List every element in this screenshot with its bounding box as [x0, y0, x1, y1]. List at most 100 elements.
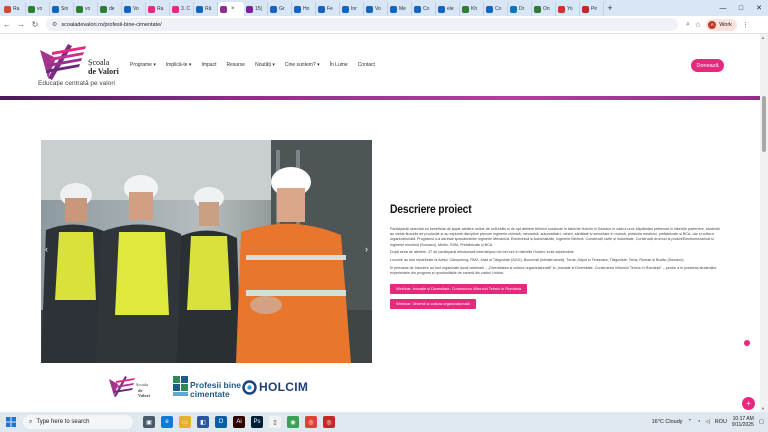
maps-app-icon[interactable]: ◉: [287, 416, 299, 428]
logo-mark-icon: [40, 44, 86, 80]
nav-item[interactable]: Noutăți ▾: [255, 62, 275, 68]
browser-tab[interactable]: Ho: [292, 2, 316, 16]
tab-label: Gr: [279, 6, 285, 12]
notepad-icon[interactable]: ▯: [269, 416, 281, 428]
web-page: Școala de Valori Educație centrată pe va…: [0, 34, 760, 412]
profesii-bine-cimentate-logo: Profesii bine cimentate: [172, 374, 241, 400]
chrome-icon[interactable]: ◎: [305, 416, 317, 428]
windows-start-icon[interactable]: [3, 414, 19, 430]
search-icon[interactable]: ⌕: [686, 21, 690, 29]
notifications-icon[interactable]: ▢: [759, 419, 764, 425]
tab-label: vo: [37, 6, 43, 12]
nav-item[interactable]: Impact: [201, 62, 216, 68]
sv-partner-text-1: Școala: [136, 382, 148, 387]
url-input[interactable]: ⚙ scoaladevalori.ro/profesii-bine-ciment…: [46, 18, 678, 31]
back-arrow-icon[interactable]: ←: [0, 20, 14, 29]
tab-label: On: [543, 6, 550, 12]
scroll-down-icon[interactable]: ▼: [761, 406, 765, 411]
close-window-button[interactable]: ✕: [750, 4, 768, 12]
browser-tab[interactable]: vo: [74, 2, 98, 16]
tab-favicon-icon: [100, 5, 107, 13]
nav-item[interactable]: În Lume: [330, 62, 348, 68]
slider-next-button[interactable]: ›: [365, 244, 368, 254]
browser-tab[interactable]: 3. C: [170, 2, 194, 16]
language-indicator[interactable]: ROU: [715, 419, 727, 425]
browser-tab[interactable]: Inr: [340, 2, 364, 16]
tab-label: Rã: [205, 6, 212, 12]
weather-widget[interactable]: 16°C Cloudy: [652, 419, 683, 425]
floating-add-button[interactable]: +: [742, 397, 755, 410]
tab-favicon-icon: [294, 5, 301, 13]
bookmark-star-icon[interactable]: ☆: [695, 21, 701, 29]
tab-label: Co: [495, 6, 502, 12]
browser-tab[interactable]: Vo: [364, 2, 388, 16]
site-info-icon[interactable]: ⚙: [52, 21, 57, 28]
nav-item[interactable]: Implică-te ▾: [166, 62, 192, 68]
holcim-logo: HOLCIM: [242, 380, 308, 397]
outlook-icon[interactable]: O: [215, 416, 227, 428]
project-photo-slider: ‹ ›: [41, 140, 372, 363]
tab-label: Sin: [61, 6, 69, 12]
webinar-button-1[interactable]: Webinar: Inovație și Diversitate. Constr…: [390, 283, 527, 294]
browser-tab[interactable]: vo: [26, 2, 50, 16]
forward-arrow-icon[interactable]: →: [14, 20, 28, 29]
illustrator-icon[interactable]: Ai: [233, 416, 245, 428]
nav-item[interactable]: Contact: [358, 62, 375, 68]
browser-tab[interactable]: 15(: [244, 2, 268, 16]
browser-tab[interactable]: Me: [388, 2, 412, 16]
partner-logos: Școala de Valori Profesii bine cimentate…: [108, 374, 313, 400]
tray-chevron-icon[interactable]: ⌃: [688, 419, 693, 425]
taskbar-search-input[interactable]: ⌕ Type here to search: [23, 415, 133, 429]
browser-tab[interactable]: Fe: [316, 2, 340, 16]
volume-icon[interactable]: ◁: [705, 419, 709, 425]
browser-tab[interactable]: Ra: [2, 2, 26, 16]
slider-prev-button[interactable]: ‹: [45, 244, 48, 254]
tab-favicon-icon: [124, 5, 131, 13]
browser-tab[interactable]: Vo: [122, 2, 146, 16]
reload-icon[interactable]: ↻: [28, 20, 42, 29]
donate-button[interactable]: Donează: [691, 59, 724, 72]
browser-tab[interactable]: Co: [412, 2, 436, 16]
maximize-button[interactable]: □: [732, 5, 750, 12]
url-text: scoaladevalori.ro/profesii-bine-cimentat…: [61, 21, 162, 28]
minimize-button[interactable]: —: [714, 5, 732, 12]
tab-favicon-icon: [52, 5, 59, 13]
chat-indicator-dot[interactable]: [744, 340, 750, 346]
nav-item[interactable]: Resurse: [226, 62, 245, 68]
chrome-profile-icon[interactable]: ◎: [323, 416, 335, 428]
network-icon[interactable]: ◔: [697, 419, 700, 425]
clock[interactable]: 10:17 AM 9/11/2025: [732, 416, 754, 429]
browser-tab[interactable]: Sin: [50, 2, 74, 16]
task-view-icon[interactable]: ▣: [143, 416, 155, 428]
tab-favicon-icon: [558, 5, 565, 13]
browser-tab[interactable]: ×: [218, 2, 244, 16]
photoshop-icon[interactable]: Ps: [251, 416, 263, 428]
nav-item[interactable]: Cine suntem? ▾: [285, 62, 320, 68]
profile-button[interactable]: A Work: [706, 18, 737, 31]
store-icon[interactable]: ◧: [197, 416, 209, 428]
tab-label: Vo: [375, 6, 381, 12]
scrollbar-thumb[interactable]: [762, 96, 766, 152]
browser-tab[interactable]: ele: [436, 2, 460, 16]
browser-tab[interactable]: Ra: [146, 2, 170, 16]
browser-tab[interactable]: Co: [484, 2, 508, 16]
new-tab-button[interactable]: +: [604, 3, 616, 13]
browser-tab[interactable]: de: [98, 2, 122, 16]
browser-tab[interactable]: Dr: [508, 2, 532, 16]
scroll-up-icon[interactable]: ▲: [761, 35, 765, 40]
browser-tab[interactable]: Yo: [556, 2, 580, 16]
browser-tab[interactable]: On: [532, 2, 556, 16]
logo-text-line1: Școala: [88, 58, 110, 67]
webinar-button-2[interactable]: Webinar: Diversit și cultura organizațio…: [390, 298, 476, 309]
close-tab-icon[interactable]: ×: [231, 6, 235, 12]
browser-tab[interactable]: Kh: [460, 2, 484, 16]
paragraph: După seria de ateliere, 37 de participan…: [390, 250, 574, 255]
page-scrollbar[interactable]: ▲ ▼: [760, 34, 768, 412]
nav-item[interactable]: Programe ▾: [130, 62, 156, 68]
file-explorer-icon[interactable]: ▭: [179, 416, 191, 428]
edge-icon[interactable]: e: [161, 416, 173, 428]
browser-tab[interactable]: Rã: [194, 2, 218, 16]
browser-tab[interactable]: Gr: [268, 2, 292, 16]
menu-dots-icon[interactable]: ⋮: [742, 21, 749, 29]
browser-tab[interactable]: Pir: [580, 2, 604, 16]
